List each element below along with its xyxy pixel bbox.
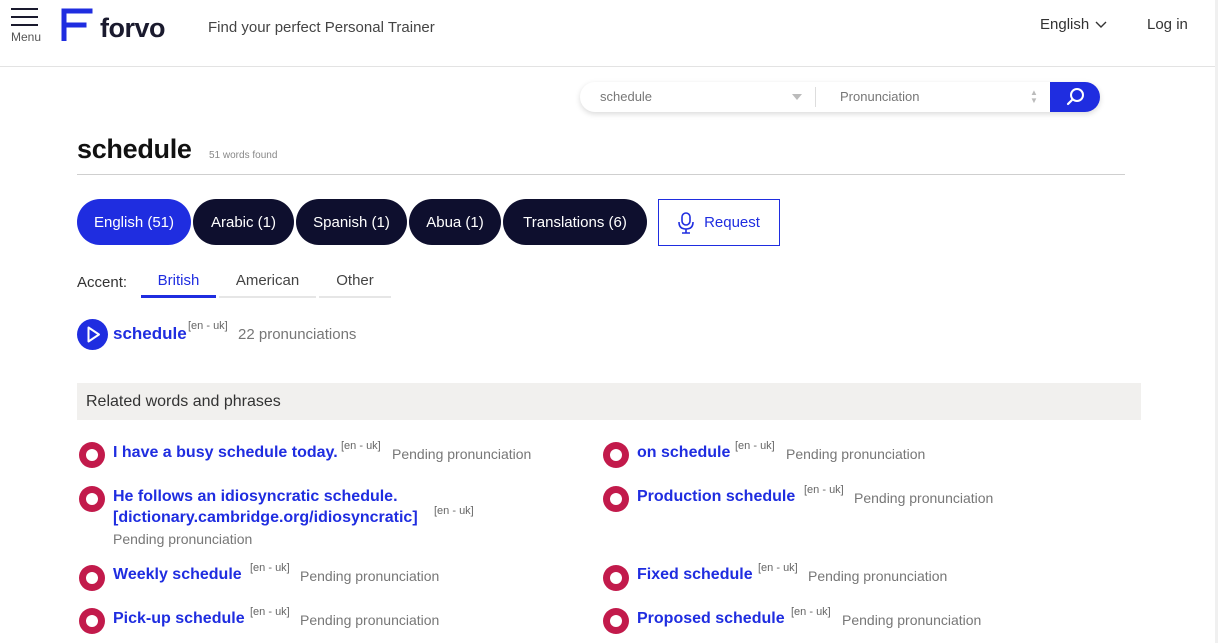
related-word-link[interactable]: on schedule [637,444,730,462]
accent-tab-american[interactable]: American [219,272,316,298]
record-icon[interactable] [603,486,629,512]
caret-down-icon[interactable] [792,94,802,100]
related-word-tag: [en - uk] [434,505,474,517]
language-selector[interactable]: English [1040,16,1107,33]
pending-status: Pending pronunciation [842,612,982,628]
search-mode-select[interactable]: Pronunciation [840,89,920,104]
related-word-tag: [en - uk] [804,484,844,496]
related-word-tag: [en - uk] [250,562,290,574]
request-label: Request [704,214,760,231]
microphone-icon [678,211,694,234]
menu-bar-icon [11,16,38,18]
record-icon[interactable] [79,565,105,591]
search-input[interactable] [600,89,790,104]
logo-text: forvo [100,13,166,43]
play-button[interactable] [77,319,108,350]
related-word-tag: [en - uk] [250,606,290,618]
forvo-logo-icon [61,8,93,41]
related-word-link[interactable]: Proposed schedule [637,610,785,628]
related-word-tag: [en - uk] [758,562,798,574]
related-word-link[interactable]: Weekly schedule [113,566,242,584]
language-label: English [1040,16,1090,33]
related-word-tag: [en - uk] [735,440,775,452]
search-icon [1066,88,1084,106]
tab-english[interactable]: English (51) [77,199,191,245]
top-header: Menu forvo Find your perfect Personal Tr… [0,0,1218,67]
menu-bar-icon [11,24,38,26]
pending-status: Pending pronunciation [300,568,440,584]
accent-tab-other[interactable]: Other [319,272,391,298]
accent-tab-british[interactable]: British [141,272,216,298]
title-divider [77,174,1125,175]
page-title: schedule [77,134,192,164]
login-link[interactable]: Log in [1147,16,1188,33]
record-icon[interactable] [603,565,629,591]
related-title: Related words and phrases [86,393,281,410]
tagline-link[interactable]: Find your perfect Personal Trainer [208,19,435,36]
related-word-tag: [en - uk] [791,606,831,618]
tab-abua[interactable]: Abua (1) [409,199,501,245]
pending-status: Pending pronunciation [113,531,253,547]
record-icon[interactable] [79,608,105,634]
chevron-down-icon [1095,21,1107,28]
forvo-logo[interactable]: forvo [60,4,166,44]
search-bar: Pronunciation ▲▼ [580,82,1100,112]
tab-arabic[interactable]: Arabic (1) [193,199,294,245]
record-icon[interactable] [79,486,105,512]
related-word-link[interactable]: Fixed schedule [637,566,753,584]
record-icon[interactable] [603,608,629,634]
menu-button[interactable]: Menu [9,8,43,44]
menu-label: Menu [10,30,42,44]
related-header: Related words and phrases [77,383,1141,420]
main-word-tag: [en - uk] [188,320,228,332]
related-word-link-source[interactable]: [dictionary.cambridge.org/idiosyncratic] [113,509,418,527]
pending-status: Pending pronunciation [854,490,994,506]
request-button[interactable]: Request [658,199,780,246]
search-divider [815,87,816,107]
related-word-link[interactable]: I have a busy schedule today. [113,444,338,462]
pending-status: Pending pronunciation [392,446,532,462]
pending-status: Pending pronunciation [808,568,948,584]
pronunciation-count: 22 pronunciations [238,326,357,343]
related-word-link[interactable]: He follows an idiosyncratic schedule. [113,488,398,506]
words-found-count: 51 words found [209,150,278,161]
updown-arrows-icon: ▲ ▼ [1030,88,1038,105]
tab-translations[interactable]: Translations (6) [503,199,647,245]
main-word-link[interactable]: schedule [113,324,187,344]
pending-status: Pending pronunciation [786,446,926,462]
menu-bar-icon [11,8,38,10]
record-icon[interactable] [603,442,629,468]
tab-spanish[interactable]: Spanish (1) [296,199,407,245]
play-icon [87,326,100,343]
related-word-link[interactable]: Production schedule [637,488,795,506]
pending-status: Pending pronunciation [300,612,440,628]
accent-label: Accent: [77,274,128,291]
related-word-link[interactable]: Pick-up schedule [113,610,245,628]
search-button[interactable] [1050,82,1100,112]
related-word-tag: [en - uk] [341,440,381,452]
record-icon[interactable] [79,442,105,468]
